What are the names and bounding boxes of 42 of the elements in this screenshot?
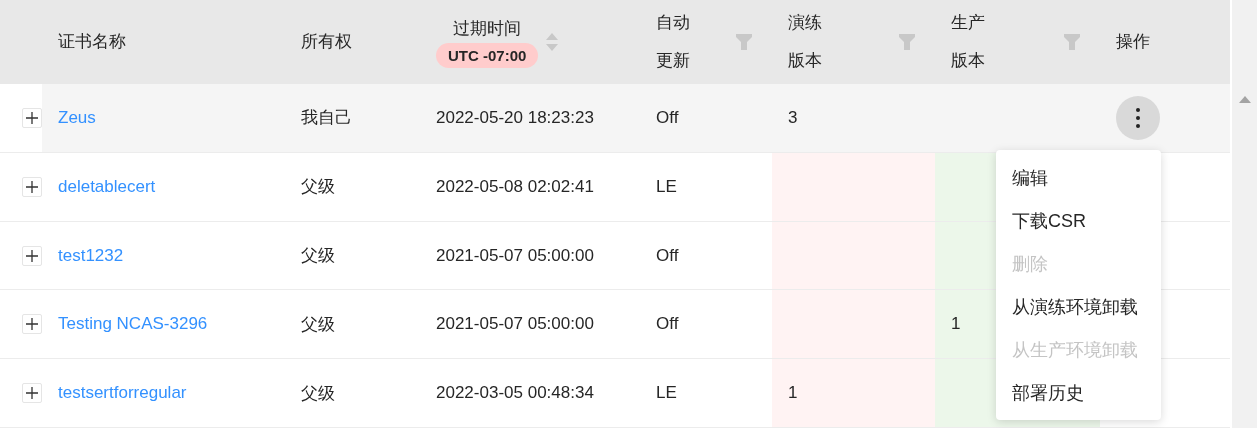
owner-text: 我自己 <box>301 107 352 130</box>
auto-renew-value: Off <box>656 314 679 335</box>
expand-button[interactable] <box>22 314 42 335</box>
owner-text: 父级 <box>301 382 335 405</box>
filter-icon[interactable] <box>736 34 752 50</box>
expand-button[interactable] <box>22 245 42 266</box>
production-version: 1 <box>951 314 961 335</box>
more-vertical-icon <box>1136 107 1140 128</box>
expiry-time: 2022-05-20 18:23:23 <box>436 107 594 128</box>
staging-version: 3 <box>788 107 798 128</box>
expiry-time: 2021-05-07 05:00:00 <box>436 314 594 335</box>
staging-version: 1 <box>788 383 798 404</box>
expand-button[interactable] <box>22 176 42 197</box>
filter-icon[interactable] <box>1064 34 1080 50</box>
scrollbar[interactable] <box>1230 0 1257 428</box>
column-header: 证书名称 <box>58 31 126 53</box>
auto-renew-value: Off <box>656 245 679 266</box>
expand-button[interactable] <box>22 107 42 128</box>
menu-item[interactable]: 部署历史 <box>996 371 1161 414</box>
auto-renew-value: LE <box>656 383 677 404</box>
column-header: 所有权 <box>301 31 352 53</box>
timezone-badge: UTC -07:00 <box>436 42 539 68</box>
owner-text: 父级 <box>301 245 335 267</box>
filter-icon[interactable] <box>899 34 915 50</box>
column-header[interactable]: 演练版本 <box>788 4 824 80</box>
column-header[interactable]: 自动更新 <box>656 4 692 80</box>
owner-text: 父级 <box>301 176 335 199</box>
table-row[interactable]: Zeus 我自己 2022-05-20 18:23:23 Off 3 <box>0 84 1230 153</box>
menu-item[interactable]: 编辑 <box>996 156 1161 199</box>
expiry-time: 2022-05-08 02:02:41 <box>436 176 594 197</box>
auto-renew-value: LE <box>656 176 677 197</box>
expand-button[interactable] <box>22 383 42 404</box>
column-header[interactable]: 过期时间 <box>453 16 522 41</box>
column-header: 操作 <box>1116 31 1150 53</box>
sort-icon[interactable] <box>546 33 559 51</box>
column-header[interactable]: 生产版本 <box>951 4 987 80</box>
scroll-up-icon[interactable] <box>1238 96 1251 103</box>
owner-text: 父级 <box>301 313 335 336</box>
expiry-time: 2022-03-05 00:48:34 <box>436 383 594 404</box>
auto-renew-value: Off <box>656 107 679 128</box>
expiry-time: 2021-05-07 05:00:00 <box>436 245 594 266</box>
more-button[interactable] <box>1116 95 1160 140</box>
